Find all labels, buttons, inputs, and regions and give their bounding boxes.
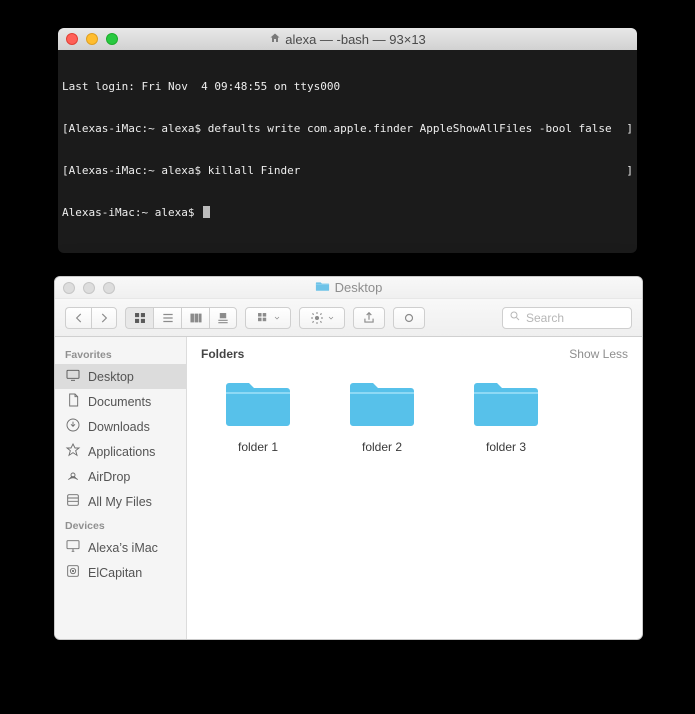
sidebar-item-device-disk[interactable]: ElCapitan xyxy=(55,560,186,585)
terminal-line: Last login: Fri Nov 4 09:48:55 on ttys00… xyxy=(62,80,633,94)
list-view-button[interactable] xyxy=(153,307,181,329)
sidebar-item-label: All My Files xyxy=(88,495,178,509)
finder-window: Desktop Search Favorites xyxy=(54,276,643,640)
tags-button[interactable] xyxy=(393,307,425,329)
sidebar-item-label: ElCapitan xyxy=(88,566,178,580)
sidebar-item-label: AirDrop xyxy=(88,470,178,484)
sidebar-heading-devices: Devices xyxy=(55,514,186,535)
column-view-button[interactable] xyxy=(181,307,209,329)
forward-button[interactable] xyxy=(91,307,117,329)
folder-icon xyxy=(315,280,330,295)
folder-item[interactable]: folder 2 xyxy=(341,375,423,454)
home-icon xyxy=(269,32,281,47)
folder-item[interactable]: folder 1 xyxy=(217,375,299,454)
sidebar-item-allmyfiles[interactable]: All My Files xyxy=(55,489,186,514)
allmyfiles-icon xyxy=(65,492,81,511)
icon-view-button[interactable] xyxy=(125,307,153,329)
share-button[interactable] xyxy=(353,307,385,329)
folder-icon xyxy=(465,375,547,434)
cursor xyxy=(203,206,210,218)
documents-icon xyxy=(65,392,81,411)
action-dropdown[interactable] xyxy=(299,307,345,329)
terminal-window-controls xyxy=(58,33,118,45)
sidebar-item-device-imac[interactable]: Alexa’s iMac xyxy=(55,535,186,560)
folder-label: folder 2 xyxy=(341,440,423,454)
folder-icon xyxy=(341,375,423,434)
search-icon xyxy=(509,310,521,325)
sidebar: Favorites Desktop Documents Downloads Ap… xyxy=(55,337,187,639)
nav-group xyxy=(65,307,117,329)
sidebar-item-label: Alexa’s iMac xyxy=(88,541,178,555)
sidebar-item-documents[interactable]: Documents xyxy=(55,389,186,414)
sidebar-item-applications[interactable]: Applications xyxy=(55,439,186,464)
section-header: Folders Show Less xyxy=(187,337,642,365)
terminal-line: [Alexas-iMac:~ alexa$ defaults write com… xyxy=(62,122,633,136)
airdrop-icon xyxy=(65,467,81,486)
search-placeholder: Search xyxy=(526,311,564,325)
folder-icon xyxy=(217,375,299,434)
sidebar-item-airdrop[interactable]: AirDrop xyxy=(55,464,186,489)
sidebar-item-label: Downloads xyxy=(88,420,178,434)
terminal-body[interactable]: Last login: Fri Nov 4 09:48:55 on ttys00… xyxy=(58,50,637,250)
arrange-dropdown[interactable] xyxy=(245,307,291,329)
view-mode-group xyxy=(125,307,237,329)
section-title: Folders xyxy=(201,347,244,361)
finder-title-text: Desktop xyxy=(335,280,383,295)
sidebar-item-label: Applications xyxy=(88,445,178,459)
sidebar-heading-favorites: Favorites xyxy=(55,343,186,364)
terminal-title-text: alexa — -bash — 93×13 xyxy=(285,32,426,47)
desktop-icon xyxy=(65,367,81,386)
finder-titlebar: Desktop xyxy=(55,277,642,299)
content-area: Folders Show Less folder 1 folder 2 xyxy=(187,337,642,639)
folder-item[interactable]: folder 3 xyxy=(465,375,547,454)
back-button[interactable] xyxy=(65,307,91,329)
sidebar-item-label: Desktop xyxy=(88,370,178,384)
terminal-titlebar: alexa — -bash — 93×13 xyxy=(58,28,637,50)
finder-title: Desktop xyxy=(55,280,642,295)
terminal-title: alexa — -bash — 93×13 xyxy=(58,32,637,47)
sidebar-item-downloads[interactable]: Downloads xyxy=(55,414,186,439)
coverflow-view-button[interactable] xyxy=(209,307,237,329)
zoom-button[interactable] xyxy=(106,33,118,45)
sidebar-item-desktop[interactable]: Desktop xyxy=(55,364,186,389)
terminal-line: Alexas-iMac:~ alexa$ xyxy=(62,206,633,220)
folder-grid: folder 1 folder 2 folder 3 xyxy=(187,365,642,464)
downloads-icon xyxy=(65,417,81,436)
applications-icon xyxy=(65,442,81,461)
folder-label: folder 3 xyxy=(465,440,547,454)
minimize-button[interactable] xyxy=(86,33,98,45)
sidebar-item-label: Documents xyxy=(88,395,178,409)
folder-label: folder 1 xyxy=(217,440,299,454)
disk-icon xyxy=(65,563,81,582)
terminal-line: [Alexas-iMac:~ alexa$ killall Finder ] xyxy=(62,164,633,178)
imac-icon xyxy=(65,538,81,557)
search-input[interactable]: Search xyxy=(502,307,632,329)
finder-toolbar: Search xyxy=(55,299,642,337)
close-button[interactable] xyxy=(66,33,78,45)
show-less-button[interactable]: Show Less xyxy=(569,347,628,361)
terminal-window: alexa — -bash — 93×13 Last login: Fri No… xyxy=(58,28,637,253)
